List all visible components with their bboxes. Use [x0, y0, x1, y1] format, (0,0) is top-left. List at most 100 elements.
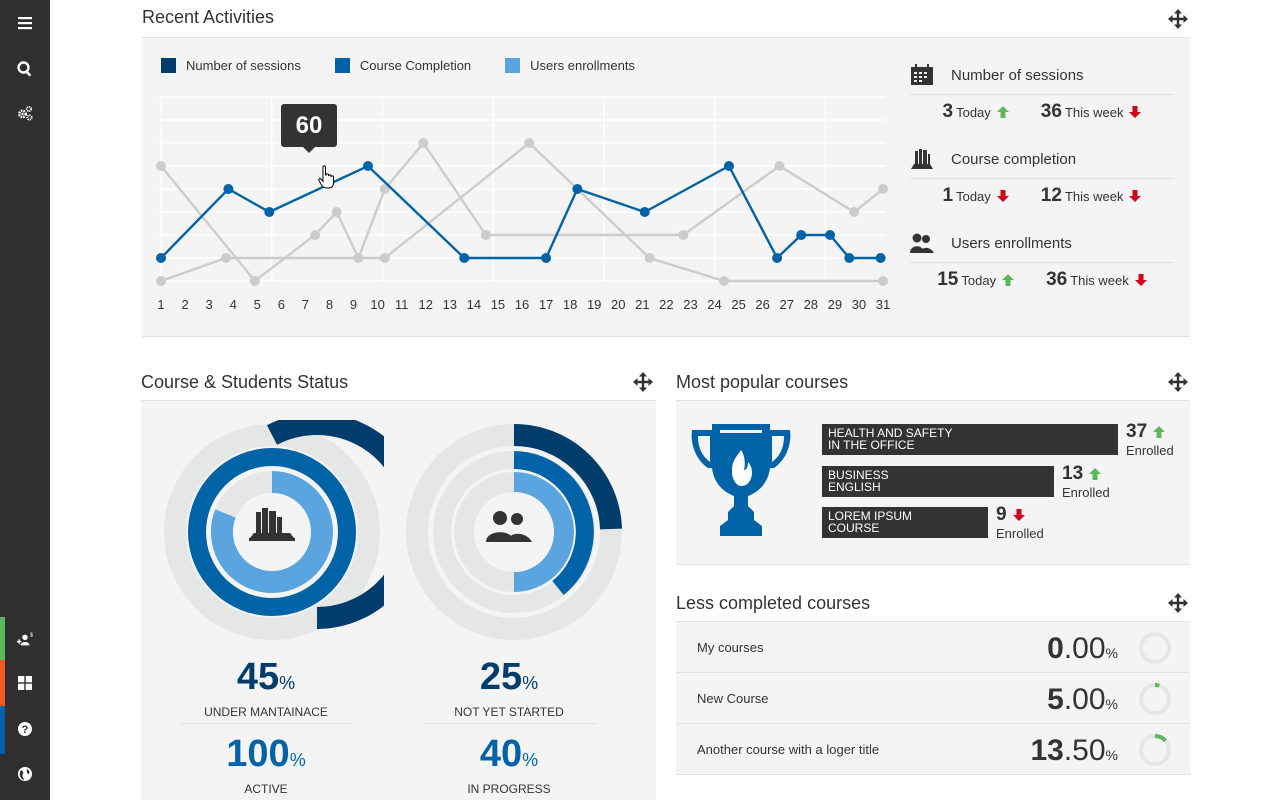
- data-point[interactable]: [418, 138, 429, 148]
- x-tick-label: 6: [278, 297, 285, 312]
- trend-down-icon: [1134, 274, 1147, 286]
- x-tick-label: 23: [683, 297, 697, 312]
- stat-week-value: 36: [1046, 269, 1068, 290]
- stat-week-label: This week: [1070, 273, 1129, 288]
- trend-up-icon: [1089, 468, 1102, 480]
- data-point[interactable]: [310, 230, 321, 240]
- stat-value: 45%: [236, 656, 296, 698]
- completion-dec: .00: [1063, 683, 1106, 716]
- stat-block-number-of-sessions: Number of sessions 3 Today 36 This week: [910, 62, 1174, 123]
- data-point[interactable]: [353, 253, 364, 263]
- help-icon: ?: [18, 722, 32, 736]
- legend-item-sessions[interactable]: Number of sessions: [161, 58, 301, 73]
- data-point[interactable]: [541, 253, 552, 263]
- trophy-icon: [691, 424, 791, 536]
- sidebar-user-billing-button[interactable]: $: [0, 617, 50, 663]
- data-point[interactable]: [524, 138, 535, 148]
- add-user-dollar-icon: $: [16, 632, 33, 646]
- popular-course-bar[interactable]: BUSINESS ENGLISH: [822, 466, 1054, 497]
- x-tick-label: 27: [779, 297, 793, 312]
- legend-item-completion[interactable]: Course Completion: [334, 58, 471, 73]
- data-point[interactable]: [796, 230, 807, 240]
- data-point[interactable]: [878, 276, 888, 286]
- sidebar-settings-button[interactable]: [0, 90, 50, 136]
- x-tick-label: 13: [443, 297, 457, 312]
- less-completed-row[interactable]: New Course 5.00%: [676, 673, 1190, 724]
- stat-block-course-completion: Course completion 1 Today 12 This week: [910, 146, 1174, 207]
- data-point[interactable]: [774, 161, 785, 171]
- stat-values: 1 Today 12 This week: [910, 185, 1174, 207]
- data-point[interactable]: [379, 253, 390, 263]
- completion-pct: %: [1105, 747, 1118, 763]
- data-point[interactable]: [572, 184, 583, 194]
- stat-divider: [424, 723, 596, 724]
- data-point[interactable]: [849, 207, 860, 217]
- data-point[interactable]: [223, 184, 234, 194]
- gauge-track: [1139, 683, 1171, 715]
- sidebar: $ ?: [0, 0, 50, 800]
- legend-swatch-enrollments: [505, 58, 521, 73]
- x-tick-label: 29: [828, 297, 842, 312]
- data-point[interactable]: [844, 253, 855, 263]
- popular-courses-bottom-divider: [676, 564, 1190, 565]
- stat-header: Course completion: [910, 146, 1174, 172]
- data-point[interactable]: [156, 253, 166, 263]
- data-point[interactable]: [644, 253, 655, 263]
- completion-gauge: [1139, 683, 1171, 715]
- data-point[interactable]: [772, 253, 783, 263]
- data-point[interactable]: [719, 276, 730, 286]
- sidebar-search-button[interactable]: [0, 46, 50, 92]
- x-tick-label: 5: [254, 297, 261, 312]
- data-point[interactable]: [639, 207, 650, 217]
- course-name-line2: ENGLISH: [828, 480, 881, 494]
- less-completed-row[interactable]: My courses 0.00%: [676, 622, 1190, 673]
- sidebar-language-button[interactable]: [0, 751, 50, 797]
- data-point[interactable]: [220, 253, 231, 263]
- data-point[interactable]: [264, 207, 275, 217]
- data-point[interactable]: [156, 276, 166, 286]
- x-tick-label: 8: [326, 297, 333, 312]
- sidebar-dashboard-button[interactable]: [0, 660, 50, 706]
- trend-down-icon: [1129, 190, 1142, 202]
- sidebar-accent-blue: [0, 706, 5, 754]
- data-point[interactable]: [362, 161, 373, 171]
- x-tick-label: 9: [350, 297, 357, 312]
- data-point[interactable]: [875, 253, 886, 263]
- stat-title: Course completion: [951, 150, 1077, 168]
- popular-courses-move-handle[interactable]: [1167, 371, 1189, 393]
- course-status-move-handle[interactable]: [632, 371, 654, 393]
- data-point[interactable]: [825, 230, 836, 240]
- legend-item-enrollments[interactable]: Users enrollments: [505, 58, 635, 73]
- tooltip-value: 60: [295, 111, 323, 139]
- completion-gauge: [1139, 734, 1171, 766]
- stat-today-label: Today: [956, 189, 991, 204]
- hamburger-menu-icon: [18, 17, 32, 30]
- status-donut-right: [406, 424, 622, 640]
- sidebar-help-button[interactable]: ?: [0, 706, 50, 754]
- data-point[interactable]: [678, 230, 689, 240]
- data-point[interactable]: [249, 276, 260, 286]
- stat-label: NOT YET STARTED: [454, 705, 564, 719]
- data-point[interactable]: [480, 230, 491, 240]
- less-completed-move-handle[interactable]: [1167, 592, 1189, 614]
- stat-week-value: 12: [1040, 185, 1062, 206]
- course-status-title: Course & Students Status: [141, 372, 349, 392]
- x-tick-label: 7: [302, 297, 309, 312]
- popular-course-bar[interactable]: LOREM IPSUM COURSE: [822, 507, 988, 538]
- less-completed-row[interactable]: Another course with a loger title 13.50%: [676, 724, 1190, 775]
- x-tick-label: 3: [206, 297, 213, 312]
- recent-activities-move-handle[interactable]: [1167, 8, 1189, 30]
- enrolled-count: 9: [996, 504, 1007, 525]
- popular-course-bar[interactable]: HEALTH AND SAFETY IN THE OFFICE: [822, 424, 1118, 455]
- data-point[interactable]: [723, 161, 734, 171]
- data-point[interactable]: [156, 161, 166, 171]
- stat-today-label: Today: [956, 105, 991, 120]
- move-icon: [1168, 9, 1188, 29]
- course-name: My courses: [697, 640, 764, 655]
- data-point[interactable]: [878, 184, 888, 194]
- data-point[interactable]: [331, 207, 342, 217]
- data-point[interactable]: [459, 253, 470, 263]
- x-tick-label: 21: [635, 297, 649, 312]
- stat-today-value: 1: [942, 185, 954, 206]
- sidebar-menu-button[interactable]: [0, 0, 50, 46]
